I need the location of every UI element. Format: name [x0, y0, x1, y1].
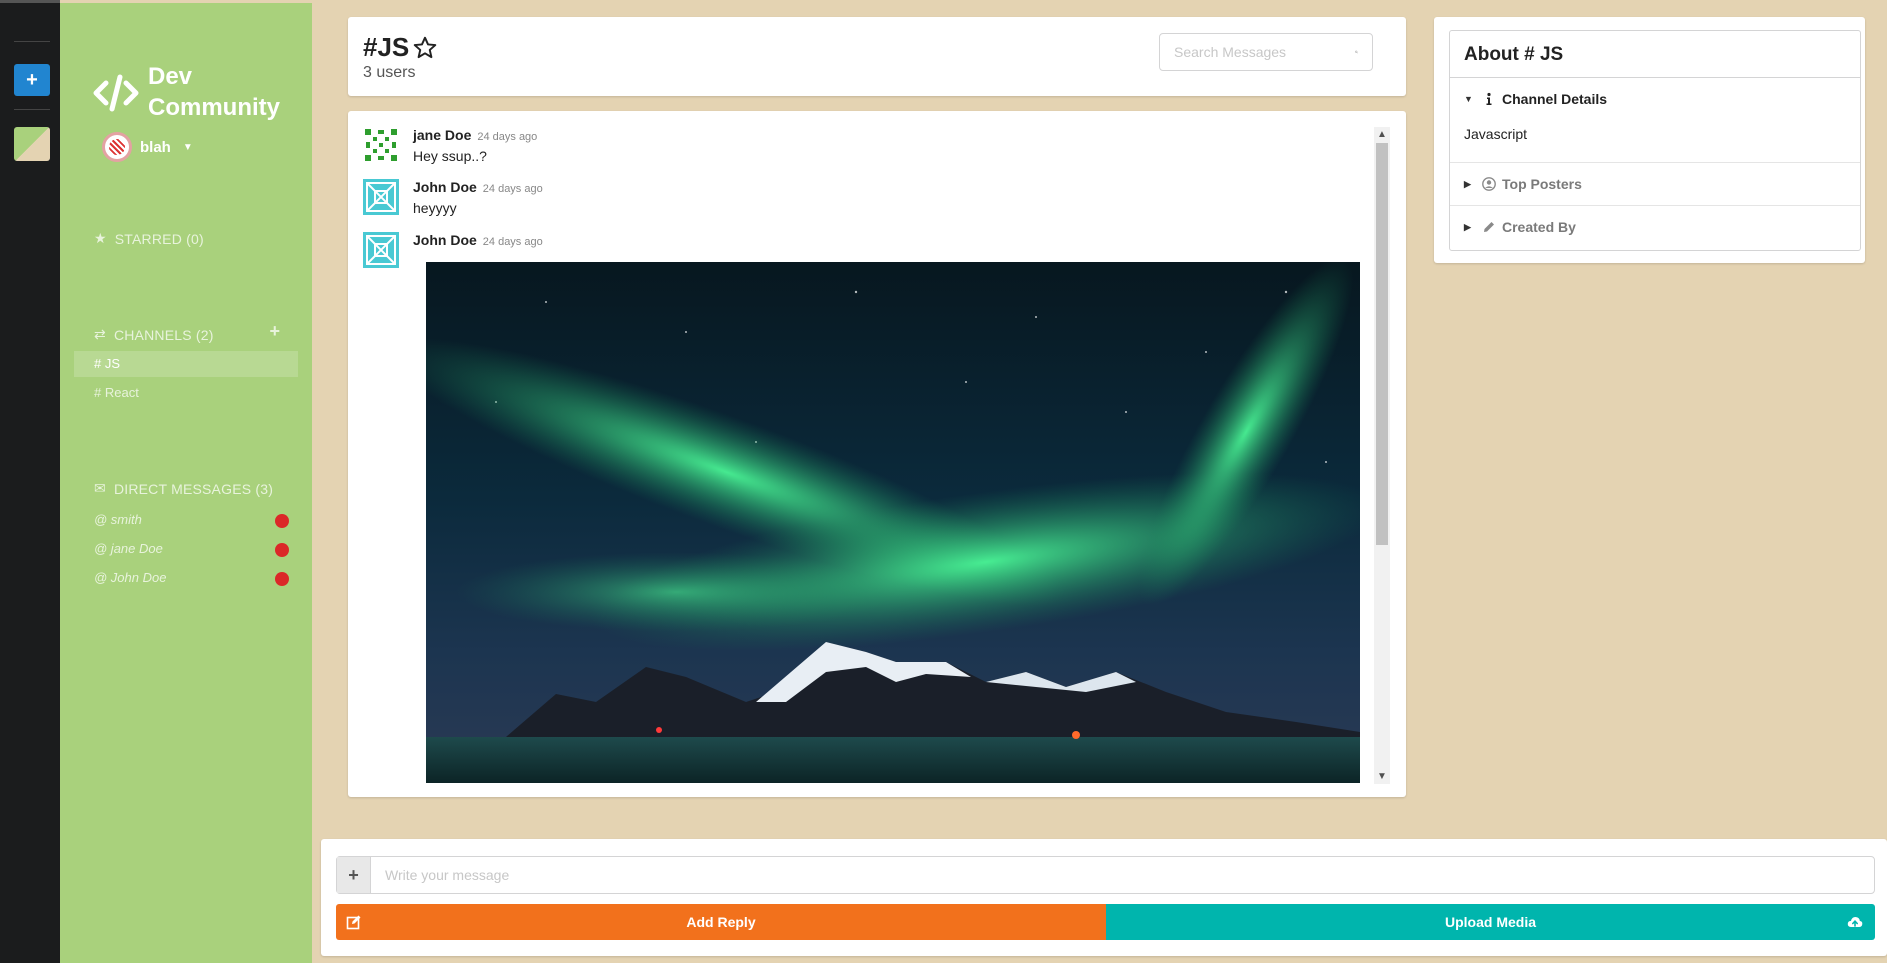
avatar: [363, 127, 399, 163]
message: jane Doe 24 days ago Hey ssup..?: [363, 127, 537, 164]
app-title: Dev Community: [148, 63, 280, 121]
created-by-section: ▶ Created By: [1450, 206, 1860, 248]
dm-label: @ John Doe: [94, 570, 167, 585]
theme-rail: +: [0, 0, 60, 963]
channel-details-value: Javascript: [1464, 126, 1528, 142]
about-panel: About # JS ▼ Channel Details Javascript …: [1434, 17, 1865, 263]
scroll-down-icon[interactable]: ▼: [1377, 771, 1387, 782]
message-author: John Doe: [413, 179, 477, 195]
channel-item-js[interactable]: # JS: [74, 351, 298, 377]
star-outline-icon[interactable]: [412, 35, 438, 61]
message-form: + Add Reply Upload Media: [321, 839, 1887, 956]
upload-media-label: Upload Media: [1444, 914, 1536, 930]
search-input[interactable]: [1160, 44, 1355, 60]
triangle-right-icon: ▶: [1464, 221, 1471, 232]
aurora-photo: [426, 262, 1360, 783]
channel-item-react[interactable]: # React: [74, 380, 298, 406]
info-icon: [1486, 92, 1492, 105]
cloud-upload-icon: [1847, 917, 1863, 927]
message-timestamp: 24 days ago: [482, 236, 543, 248]
scroll-thumb[interactable]: [1376, 143, 1388, 545]
upload-media-button[interactable]: Upload Media: [1106, 904, 1875, 940]
offline-status-dot: [275, 543, 289, 557]
direct-messages-label: DIRECT MESSAGES (3): [113, 480, 274, 497]
rail-divider: [14, 41, 50, 42]
top-posters-label: Top Posters: [1502, 176, 1582, 192]
direct-messages-header: ✉ DIRECT MESSAGES (3): [94, 480, 273, 497]
about-accordion: About # JS ▼ Channel Details Javascript …: [1449, 30, 1861, 251]
channel-details-section: ▼ Channel Details Javascript: [1450, 78, 1860, 163]
user-circle-icon: [1482, 177, 1496, 191]
top-posters-toggle[interactable]: ▶ Top Posters: [1464, 163, 1860, 205]
message: John Doe 24 days ago heyyyy: [363, 179, 543, 216]
message-author: jane Doe: [413, 127, 472, 143]
avatar: [102, 132, 132, 162]
mail-icon: ✉: [94, 480, 106, 496]
channel-details-label: Channel Details: [1502, 91, 1608, 107]
message-timestamp: 24 days ago: [482, 183, 543, 195]
code-icon: [93, 74, 139, 112]
message-image[interactable]: [426, 262, 1360, 783]
brand: Dev Community: [92, 61, 288, 123]
edit-icon: [346, 915, 361, 930]
channels-header: ⇄ CHANNELS (2): [94, 326, 214, 343]
dm-label: @ smith: [94, 512, 142, 527]
created-by-label: Created By: [1502, 219, 1576, 235]
channel-title: #JS: [363, 32, 438, 63]
exchange-icon: ⇄: [94, 326, 106, 342]
user-count: 3 users: [363, 64, 416, 81]
dm-item-jane-doe[interactable]: @ jane Doe: [94, 541, 289, 557]
rail-divider: [14, 109, 50, 110]
offline-status-dot: [275, 514, 289, 528]
top-posters-section: ▶ Top Posters: [1450, 163, 1860, 206]
message-text: heyyyy: [413, 200, 457, 216]
search-icon[interactable]: [1355, 44, 1358, 60]
message-input-wrapper: +: [336, 856, 1875, 894]
triangle-right-icon: ▶: [1464, 178, 1471, 189]
star-icon: ★: [94, 230, 107, 246]
message-timestamp: 24 days ago: [477, 131, 538, 143]
caret-down-icon: ▼: [182, 141, 193, 153]
offline-status-dot: [275, 572, 289, 586]
scroll-up-icon[interactable]: ▲: [1377, 129, 1387, 140]
theme-swatch[interactable]: [14, 127, 50, 161]
sidebar: Dev Community blah ▼ ★ STARRED (0) ⇄ CHA…: [60, 3, 312, 963]
channel-name: #JS: [363, 32, 410, 62]
channel-details-toggle[interactable]: ▼ Channel Details: [1464, 78, 1860, 120]
user-dropdown[interactable]: blah ▼: [102, 132, 193, 162]
add-theme-button[interactable]: +: [14, 64, 50, 96]
starred-label: STARRED (0): [114, 230, 204, 247]
message-author: John Doe: [413, 232, 477, 248]
avatar: [363, 179, 399, 215]
created-by-toggle[interactable]: ▶ Created By: [1464, 206, 1860, 248]
channel-header: #JS 3 users: [348, 17, 1406, 96]
user-name: blah: [140, 138, 171, 156]
search-box: [1159, 33, 1373, 71]
messages-scrollbar[interactable]: ▲ ▼: [1374, 127, 1390, 784]
dm-item-smith[interactable]: @ smith: [94, 512, 289, 528]
starred-header: ★ STARRED (0): [94, 230, 204, 247]
channels-label: CHANNELS (2): [113, 326, 214, 343]
messages-panel: jane Doe 24 days ago Hey ssup..? John Do…: [348, 111, 1406, 797]
add-channel-button[interactable]: +: [269, 321, 280, 342]
message-text: Hey ssup..?: [413, 148, 487, 164]
avatar: [363, 232, 399, 268]
dm-item-john-doe[interactable]: @ John Doe: [94, 570, 289, 586]
add-reply-button[interactable]: Add Reply: [336, 904, 1106, 940]
about-title: About # JS: [1450, 31, 1860, 78]
triangle-down-icon: ▼: [1464, 94, 1473, 104]
dm-label: @ jane Doe: [94, 541, 163, 556]
message-input[interactable]: [371, 867, 1874, 883]
add-reply-label: Add Reply: [686, 914, 756, 930]
plus-icon[interactable]: +: [337, 857, 371, 893]
pencil-icon: [1484, 222, 1494, 232]
